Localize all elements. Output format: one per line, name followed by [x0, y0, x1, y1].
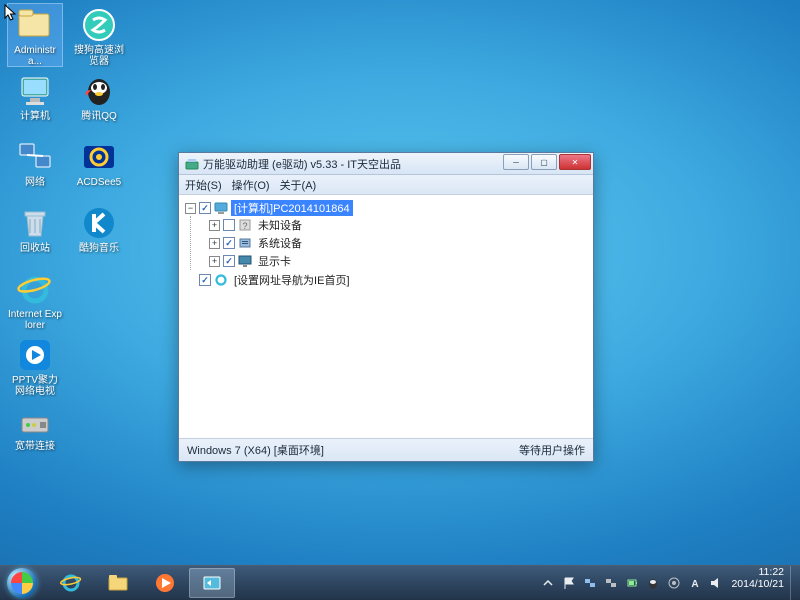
- tree-node: +✓ 系统设备: [209, 234, 587, 252]
- pptv-icon: [16, 336, 54, 374]
- tray-charge-icon[interactable]: [625, 576, 639, 590]
- tree-root: −✓[计算机]PC2014101864+?未知设备+✓系统设备+✓显示卡: [185, 199, 587, 271]
- tree-pane[interactable]: −✓[计算机]PC2014101864+?未知设备+✓系统设备+✓显示卡✓[设置…: [179, 195, 593, 439]
- checkbox[interactable]: ✓: [199, 202, 211, 214]
- desktop: Administra... 搜狗高速浏览器计算机 腾讯QQ 网络 ACDSee5 回收站 酷…: [0, 0, 800, 600]
- app-icon: [185, 157, 199, 171]
- taskbar-ie-button[interactable]: [48, 568, 94, 598]
- expander-icon[interactable]: +: [209, 238, 220, 249]
- show-desktop-button[interactable]: [790, 566, 800, 600]
- status-right: 等待用户操作: [519, 442, 585, 458]
- taskbar-wmp-button[interactable]: [142, 568, 188, 598]
- checkbox[interactable]: [223, 219, 235, 231]
- desktop-icon-qq[interactable]: 腾讯QQ: [72, 70, 126, 132]
- taskbar: A 11:22 2014/10/21: [0, 565, 800, 600]
- icon-label: 计算机: [20, 111, 50, 122]
- task-list: [44, 566, 235, 600]
- tray-qq-icon[interactable]: [646, 576, 660, 590]
- start-button[interactable]: [0, 566, 44, 600]
- icon-label: 搜狗高速浏览器: [72, 45, 126, 67]
- windows-orb-icon: [7, 568, 37, 598]
- tree-node-label[interactable]: [计算机]PC2014101864: [231, 200, 353, 216]
- tray-speaker-icon[interactable]: [709, 576, 723, 590]
- desktop-icon-ie[interactable]: Internet Explorer: [8, 268, 62, 330]
- svg-text:A: A: [692, 579, 699, 590]
- icon-label: 宽带连接: [15, 441, 55, 452]
- desktop-icon-computer[interactable]: 计算机: [8, 70, 62, 132]
- recycle-icon: [16, 204, 54, 242]
- expander-icon[interactable]: +: [209, 220, 220, 231]
- menu-start[interactable]: 开始(S): [185, 177, 222, 193]
- menubar: 开始(S) 操作(O) 关于(A): [179, 175, 593, 195]
- minimize-button[interactable]: ─: [503, 154, 529, 170]
- icon-label: 酷狗音乐: [79, 243, 119, 254]
- unknown-node-icon: ?: [238, 218, 252, 232]
- acdsee-icon: [80, 138, 118, 176]
- display-node-icon: [238, 254, 252, 268]
- tree-extra: ✓ [设置网址导航为IE首页]: [185, 271, 587, 289]
- maximize-button[interactable]: ▢: [531, 154, 557, 170]
- checkbox[interactable]: ✓: [199, 274, 211, 286]
- tree-node-label[interactable]: [设置网址导航为IE首页]: [231, 272, 353, 288]
- clock-date: 2014/10/21: [731, 578, 784, 590]
- checkbox[interactable]: ✓: [223, 237, 235, 249]
- status-left: Windows 7 (X64) [桌面环境]: [187, 442, 324, 458]
- statusbar: Windows 7 (X64) [桌面环境] 等待用户操作: [179, 439, 593, 461]
- administrator-icon: [16, 6, 54, 44]
- expander-icon[interactable]: +: [209, 256, 220, 267]
- icon-label: 回收站: [20, 243, 50, 254]
- tray-eye-icon[interactable]: [667, 576, 681, 590]
- computer-node-icon: [214, 201, 228, 215]
- tray-up-icon[interactable]: [541, 576, 555, 590]
- icon-label: ACDSee5: [77, 177, 121, 188]
- tray-flag-icon[interactable]: [562, 576, 576, 590]
- checkbox[interactable]: ✓: [223, 255, 235, 267]
- expander-icon[interactable]: −: [185, 203, 196, 214]
- menu-about[interactable]: 关于(A): [280, 177, 317, 193]
- svg-text:?: ?: [242, 221, 247, 231]
- desktop-icons: Administra... 搜狗高速浏览器计算机 腾讯QQ 网络 ACDSee5 回收站 酷…: [8, 4, 126, 462]
- tree-node: +✓ 显示卡: [209, 252, 587, 270]
- tree-node-label[interactable]: 系统设备: [255, 235, 305, 251]
- sogou-icon: [80, 6, 118, 44]
- icon-label: Internet Explorer: [8, 309, 62, 331]
- titlebar[interactable]: 万能驱动助理 (e驱动) v5.33 - IT天空出品 ─ ▢ ✕: [179, 153, 593, 175]
- desktop-icon-administrator[interactable]: Administra...: [8, 4, 62, 66]
- kugou-icon: [80, 204, 118, 242]
- clock-time: 11:22: [731, 566, 784, 578]
- tree-node: +? 未知设备: [209, 216, 587, 234]
- tray-net1-icon[interactable]: [583, 576, 597, 590]
- icon-label: PPTV聚力 网络电视: [8, 375, 62, 397]
- tray-net2-icon[interactable]: [604, 576, 618, 590]
- desktop-icon-dialup[interactable]: 宽带连接: [8, 400, 62, 462]
- close-button[interactable]: ✕: [559, 154, 591, 170]
- system-node-icon: [238, 236, 252, 250]
- computer-icon: [16, 72, 54, 110]
- ie-icon: [16, 270, 54, 308]
- dialup-icon: [16, 402, 54, 440]
- menu-action[interactable]: 操作(O): [232, 177, 270, 193]
- desktop-icon-network[interactable]: 网络: [8, 136, 62, 198]
- taskbar-app-button[interactable]: [189, 568, 235, 598]
- icon-label: Administra...: [8, 45, 62, 67]
- taskbar-explorer-button[interactable]: [95, 568, 141, 598]
- tree-node-label[interactable]: 显示卡: [255, 253, 294, 269]
- window-title: 万能驱动助理 (e驱动) v5.33 - IT天空出品: [203, 156, 503, 172]
- system-tray: A: [541, 566, 725, 600]
- qq-icon: [80, 72, 118, 110]
- window-buttons: ─ ▢ ✕: [503, 153, 593, 174]
- desktop-icon-kugou[interactable]: 酷狗音乐: [72, 202, 126, 264]
- ie-node-icon: [214, 273, 228, 287]
- tree-node-label[interactable]: 未知设备: [255, 217, 305, 233]
- icon-label: 网络: [25, 177, 45, 188]
- taskbar-clock[interactable]: 11:22 2014/10/21: [725, 566, 790, 600]
- desktop-icon-sogou[interactable]: 搜狗高速浏览器: [72, 4, 126, 66]
- desktop-icon-acdsee[interactable]: ACDSee5: [72, 136, 126, 198]
- tray-A-icon[interactable]: A: [688, 576, 702, 590]
- desktop-icon-recycle[interactable]: 回收站: [8, 202, 62, 264]
- icon-label: 腾讯QQ: [81, 111, 117, 122]
- desktop-icon-pptv[interactable]: PPTV聚力 网络电视: [8, 334, 62, 396]
- app-window: 万能驱动助理 (e驱动) v5.33 - IT天空出品 ─ ▢ ✕ 开始(S) …: [178, 152, 594, 462]
- network-icon: [16, 138, 54, 176]
